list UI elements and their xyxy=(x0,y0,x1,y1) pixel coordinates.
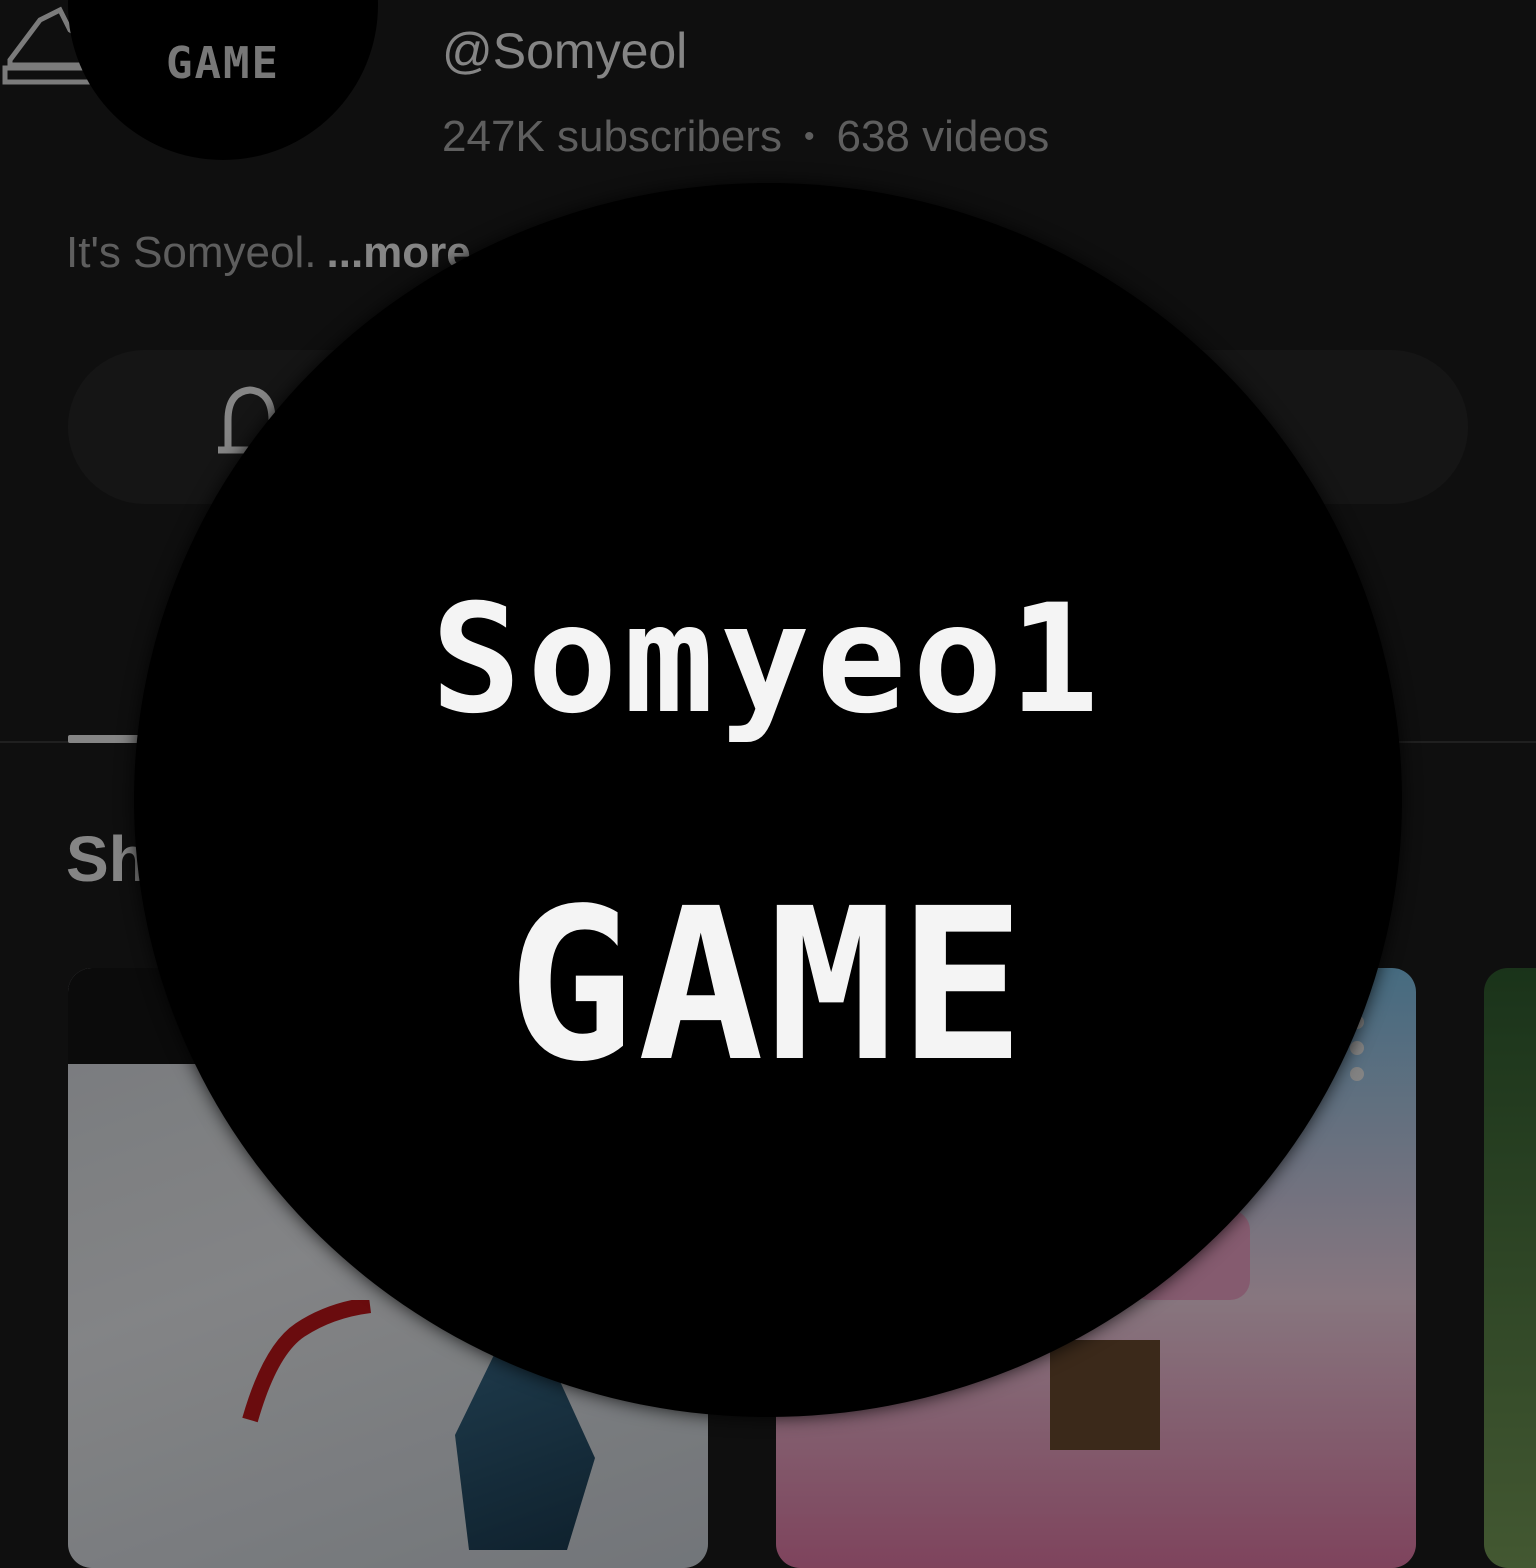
red-swoosh-graphic xyxy=(242,1300,372,1423)
zoom-lens: Somyeo1 GAME xyxy=(134,183,1402,1417)
channel-avatar[interactable]: GAME xyxy=(68,0,378,160)
subscriber-count: 247K subscribers xyxy=(442,112,782,161)
avatar-text: GAME xyxy=(166,38,280,89)
stats-separator: • xyxy=(803,120,815,153)
zoom-logo-title: Somyeo1 xyxy=(430,573,1106,747)
short-card[interactable] xyxy=(1484,968,1536,1568)
description-text: It's Somyeol. xyxy=(66,228,317,277)
house-graphic xyxy=(1050,1340,1160,1450)
video-count: 638 videos xyxy=(836,112,1050,161)
channel-handle: @Somyeol xyxy=(442,23,688,79)
channel-stats: 247K subscribers • 638 videos xyxy=(442,112,1049,162)
channel-description[interactable]: It's Somyeol. ...more xyxy=(66,228,471,278)
zoom-logo-game: GAME xyxy=(507,863,1029,1108)
